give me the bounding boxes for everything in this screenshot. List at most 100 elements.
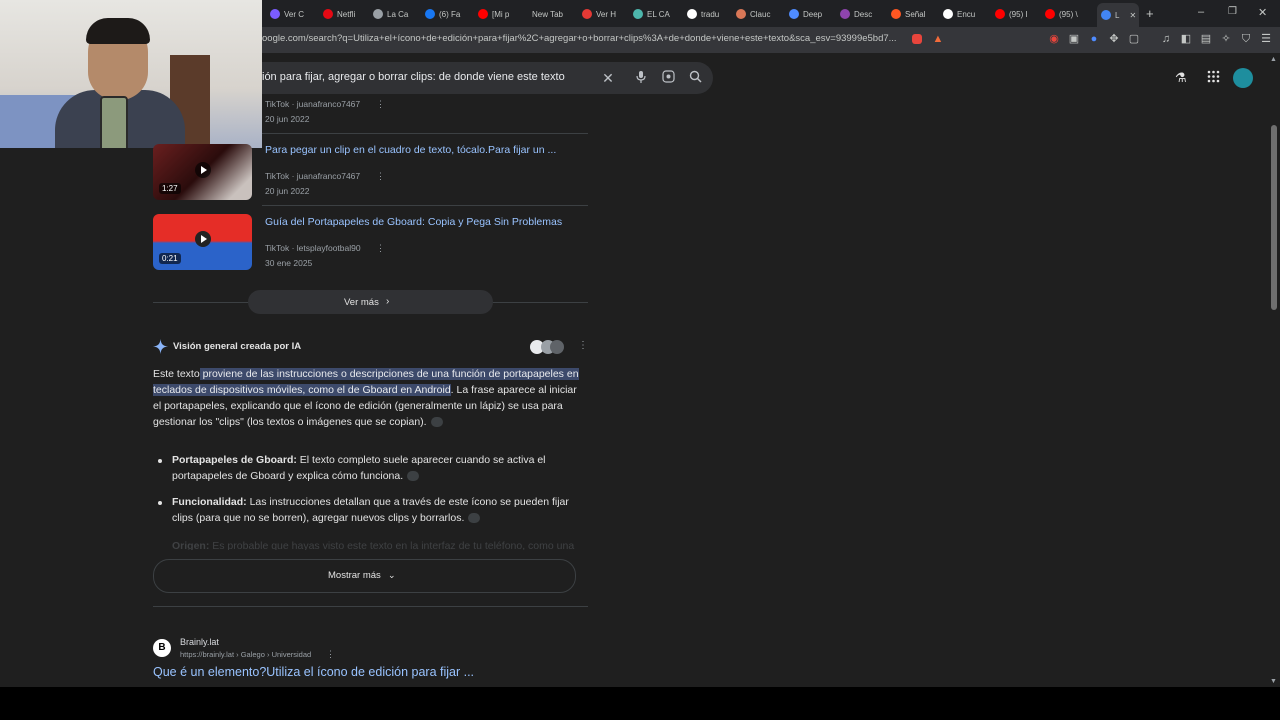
video-2-thumbnail[interactable]: 1:27 [153, 144, 252, 200]
webcam-overlay [0, 0, 262, 148]
bullet-1-term: Portapapeles de Gboard: [172, 454, 297, 466]
lens-search-icon[interactable] [661, 70, 675, 86]
search-submit-icon[interactable] [688, 70, 702, 86]
clear-search-icon[interactable]: ✕ [601, 70, 615, 87]
browser-tab[interactable]: Netfli [323, 5, 369, 23]
browser-tab[interactable]: Ver H [582, 5, 628, 23]
video-3-play-icon [195, 231, 211, 247]
address-bar-url[interactable]: oogle.com/search?q=Utiliza+el+ícono+de+e… [262, 33, 902, 44]
tab-favicon-icon [995, 9, 1005, 19]
bullet-3-term: Origen: [172, 540, 210, 550]
extension-red-icon[interactable]: ◉ [1048, 33, 1060, 45]
brainly-favicon: B [153, 639, 171, 657]
link-icon[interactable] [430, 417, 443, 428]
video-2-duration: 1:27 [159, 183, 181, 194]
voice-search-icon[interactable] [634, 70, 648, 87]
video-2-more-icon[interactable]: ⋮ [376, 171, 385, 182]
labs-flask-icon[interactable]: ⚗ [1175, 70, 1187, 86]
video-2-title[interactable]: Para pegar un clip en el cuadro de texto… [265, 144, 556, 156]
browser-tab[interactable]: EL CA [633, 5, 679, 23]
video-1-more-icon[interactable]: ⋮ [376, 99, 385, 110]
browser-tab[interactable]: Deep [789, 5, 835, 23]
browser-tab[interactable]: (95) \ [1045, 5, 1091, 23]
browser-tab[interactable]: Señal [891, 5, 937, 23]
browser-tab[interactable]: tradu [687, 5, 733, 23]
ai-overview-more-icon[interactable]: ⋮ [578, 340, 588, 351]
media-controls-icon[interactable]: ♫ [1160, 33, 1172, 45]
extensions-puzzle-icon[interactable]: ✥ [1108, 33, 1120, 45]
browser-tab[interactable]: Clauc [736, 5, 782, 23]
bullet-dot [158, 459, 162, 463]
brave-shield-icon[interactable] [912, 34, 922, 44]
scrollbar-thumb[interactable] [1271, 125, 1277, 310]
tab-favicon-icon [943, 9, 953, 19]
mostrar-mas-label: Mostrar más [328, 570, 381, 581]
webcam-person-hair [86, 18, 150, 44]
restore-button[interactable]: ❐ [1228, 6, 1237, 17]
video-2-play-icon [195, 162, 211, 178]
tab-favicon-icon [373, 9, 383, 19]
link-icon[interactable] [407, 471, 420, 482]
tab-favicon-icon [840, 9, 850, 19]
tab-label: EL CA [647, 9, 670, 19]
chevron-right-icon: › [386, 296, 390, 307]
result-title-link[interactable]: Que é un elemento?Utiliza el ícono de ed… [153, 665, 474, 679]
vpn-shield-icon[interactable]: ⛉ [1240, 33, 1252, 45]
video-2-source: TikTok · juanafranco7467 [265, 171, 361, 181]
tab-favicon-icon [478, 9, 488, 19]
ai-bullet-1: Portapapeles de Gboard: El texto complet… [172, 452, 587, 484]
browser-tab[interactable]: (6) Fa [425, 5, 471, 23]
chevron-down-icon: ⌄ [388, 570, 396, 580]
browser-tab[interactable]: La Ca [373, 5, 419, 23]
tab-favicon-icon [1101, 10, 1111, 20]
browser-tab[interactable]: Desc [840, 5, 886, 23]
extension-screen-icon[interactable]: ▣ [1068, 33, 1080, 45]
extension-camera-icon[interactable]: ▢ [1128, 33, 1140, 45]
tab-favicon-icon [687, 9, 697, 19]
tab-favicon-icon [270, 9, 280, 19]
sidebar-icon[interactable]: ◧ [1180, 33, 1192, 45]
scroll-up-arrow-icon[interactable]: ▲ [1270, 56, 1277, 63]
tab-label: (95) I [1009, 9, 1028, 19]
video-3-more-icon[interactable]: ⋮ [376, 243, 385, 254]
account-avatar[interactable] [1233, 68, 1253, 88]
tab-favicon-icon [789, 9, 799, 19]
scroll-down-arrow-icon[interactable]: ▼ [1270, 678, 1277, 685]
tab-label: Encu [957, 9, 976, 19]
browser-tab[interactable]: New Tab [528, 5, 574, 23]
close-tab-icon[interactable]: ✕ [1129, 11, 1136, 20]
extension-blue-icon[interactable]: ● [1088, 33, 1100, 45]
search-input[interactable]: ión para fijar, agregar o borrar clips: … [262, 71, 565, 83]
bullet-dot [158, 501, 162, 505]
ai-overview-heading: Visión general creada por IA [173, 341, 302, 352]
tab-label: (95) \ [1059, 9, 1078, 19]
tab-favicon-icon [425, 9, 435, 19]
webcam-cup [100, 96, 128, 148]
browser-menu-icon[interactable]: ☰ [1260, 33, 1272, 45]
video-3-title[interactable]: Guía del Portapapeles de Gboard: Copia y… [265, 216, 562, 228]
browser-tab[interactable]: (95) I [995, 5, 1041, 23]
browser-tab[interactable]: Ver C [270, 5, 316, 23]
tab-label: (6) Fa [439, 9, 461, 19]
browser-tab[interactable]: L ✕ [1097, 3, 1139, 27]
result-more-icon[interactable]: ⋮ [326, 649, 335, 660]
close-window-button[interactable]: ✕ [1258, 6, 1267, 19]
source-avatar-3[interactable] [550, 340, 564, 354]
tab-label: tradu [701, 9, 720, 19]
video-3-date: 30 ene 2025 [265, 258, 313, 268]
google-apps-icon[interactable] [1207, 70, 1220, 88]
new-tab-button[interactable]: + [1146, 6, 1154, 21]
link-icon[interactable] [468, 513, 481, 524]
leo-ai-icon[interactable]: ✧ [1220, 33, 1232, 45]
tab-favicon-icon [891, 9, 901, 19]
bullet-3-text: Es probable que hayas visto este texto e… [209, 540, 575, 550]
wallet-icon[interactable]: ▤ [1200, 33, 1212, 45]
video-1-source: TikTok · juanafranco7467 [265, 99, 361, 109]
browser-tab[interactable]: Encu [943, 5, 989, 23]
divider [262, 133, 588, 134]
browser-tab[interactable]: [Mi p [478, 5, 524, 23]
rewards-icon[interactable]: ▲ [932, 33, 944, 45]
video-3-thumbnail[interactable]: 0:21 [153, 214, 252, 270]
tab-favicon-icon [582, 9, 592, 19]
minimize-button[interactable]: – [1198, 6, 1204, 18]
